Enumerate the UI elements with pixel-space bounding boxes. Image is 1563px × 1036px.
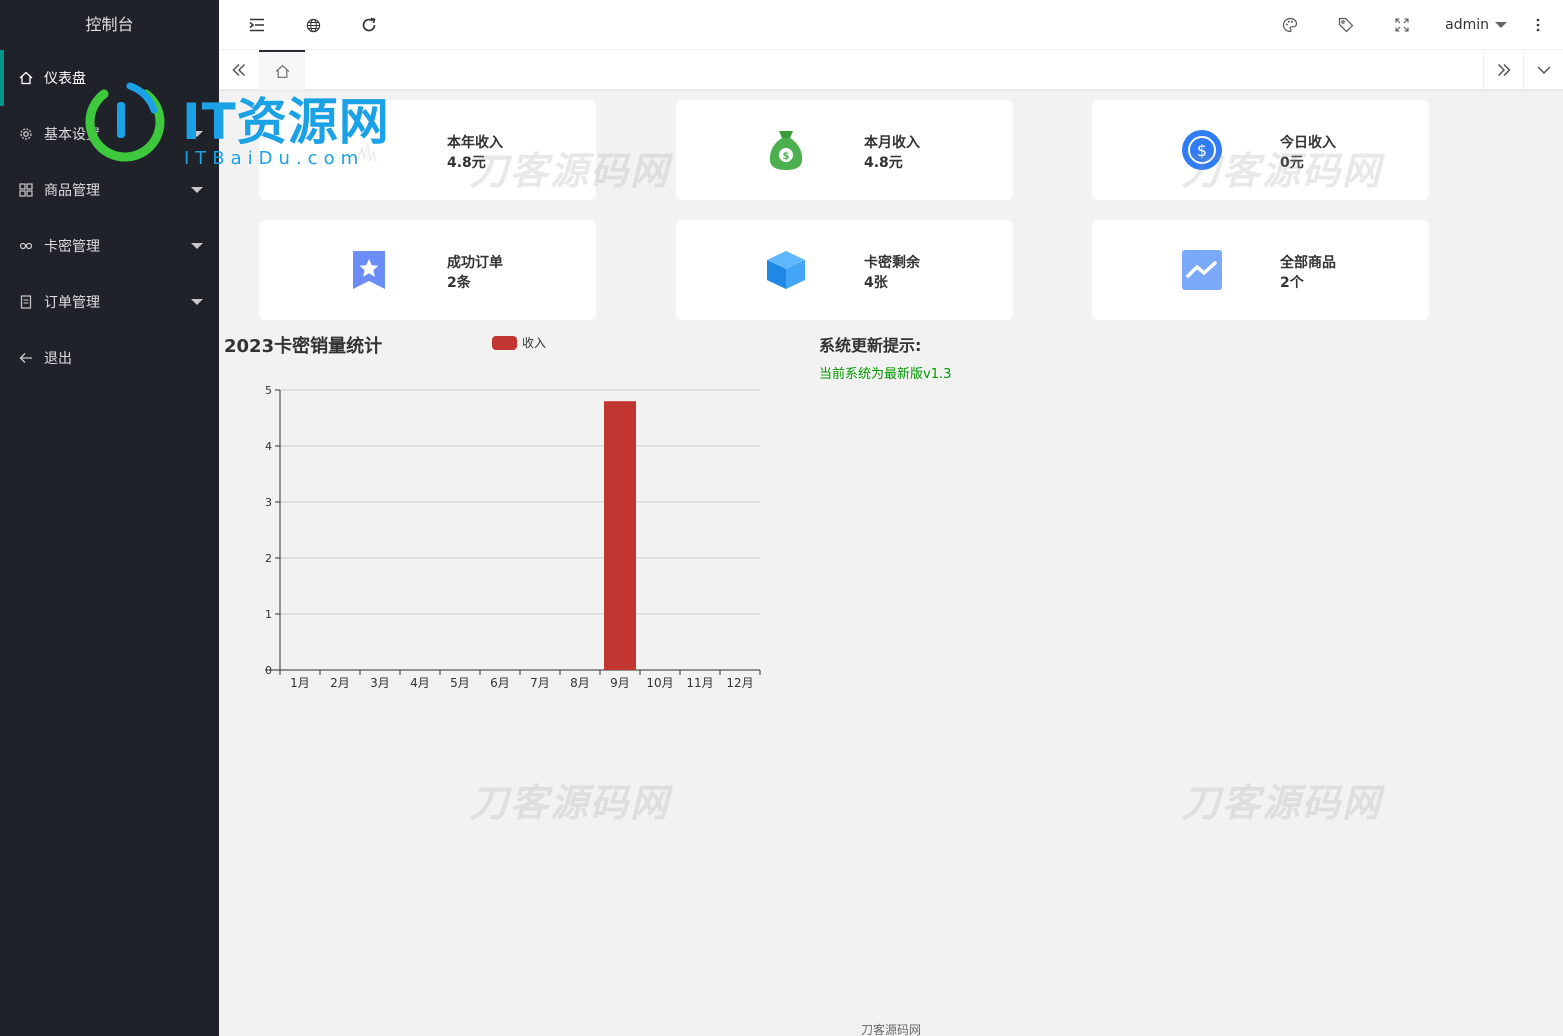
- sidebar-item-cards[interactable]: 卡密管理: [0, 218, 219, 274]
- top-header: admin: [219, 0, 1563, 50]
- star-badge-icon: [347, 248, 391, 292]
- x-tick-label: 10月: [646, 676, 673, 690]
- website-button[interactable]: [288, 0, 338, 50]
- link-icon: [18, 238, 34, 254]
- x-tick-label: 8月: [570, 676, 590, 690]
- stat-card-cards-remaining: 卡密剩余 4张: [676, 220, 1013, 320]
- stat-card-success-orders: 成功订单 2条: [259, 220, 596, 320]
- stat-value: 4张: [864, 275, 888, 291]
- y-tick-label: 3: [265, 496, 272, 509]
- watermark: 刀客源码网: [470, 149, 671, 193]
- watermark: 刀客源码网: [1182, 149, 1383, 193]
- stat-value: 4.8元: [864, 155, 903, 171]
- fullscreen-button[interactable]: [1377, 0, 1427, 50]
- x-tick-label: 9月: [610, 676, 630, 690]
- tag-button[interactable]: [1321, 0, 1371, 50]
- refresh-icon: [362, 17, 376, 32]
- x-tick-label: 4月: [410, 676, 430, 690]
- footer: 刀客源码网: [860, 1023, 921, 1036]
- stat-title: 成功订单: [447, 255, 503, 271]
- legend-label: 收入: [522, 336, 547, 350]
- theme-button[interactable]: [1265, 0, 1315, 50]
- sidebar-item-orders[interactable]: 订单管理: [0, 274, 219, 330]
- menu-fold-icon: [249, 18, 264, 32]
- legend-swatch: [492, 335, 517, 350]
- logo-text: IT资源网: [182, 93, 390, 151]
- watermark: 刀客源码网: [470, 781, 671, 825]
- double-chevron-right-icon: [1497, 63, 1511, 77]
- arrow-left-icon: [18, 350, 34, 366]
- chart-title: 2023卡密销量统计: [224, 336, 383, 357]
- money-bag-icon: $: [764, 128, 808, 172]
- notice-title: 系统更新提示:: [819, 336, 922, 355]
- page-tabs-bar: [219, 50, 1563, 90]
- globe-icon: [306, 18, 320, 32]
- stat-value: 2个: [1280, 275, 1304, 291]
- menu-toggle-button[interactable]: [232, 0, 282, 50]
- logo-subtext: ITBaiDu.com: [184, 148, 365, 169]
- chevron-down-icon: [191, 299, 203, 305]
- x-tick-label: 12月: [726, 676, 753, 690]
- y-tick-label: 2: [265, 552, 272, 565]
- cube-icon: [764, 248, 808, 292]
- tabs-menu-button[interactable]: [1523, 50, 1563, 90]
- x-tick-label: 11月: [686, 676, 713, 690]
- chart-legend[interactable]: 收入: [492, 334, 546, 351]
- stat-value: 2条: [447, 275, 471, 291]
- bar: [604, 401, 636, 670]
- more-vertical-icon: [1536, 18, 1540, 32]
- tabs-scroll-right-button[interactable]: [1483, 50, 1523, 90]
- more-button[interactable]: [1513, 0, 1563, 50]
- chevron-down-icon: [191, 243, 203, 249]
- gear-icon: [18, 126, 34, 142]
- user-menu[interactable]: admin: [1445, 0, 1507, 50]
- stat-title: 全部商品: [1280, 255, 1336, 271]
- y-tick-label: 5: [265, 384, 272, 397]
- fullscreen-icon: [1395, 18, 1409, 32]
- watermark: 刀客源码网: [1182, 781, 1383, 825]
- sidebar-item-label: 退出: [44, 351, 72, 367]
- stat-title: 卡密剩余: [864, 255, 920, 271]
- y-tick-label: 1: [265, 608, 272, 621]
- logo-ring-icon: [85, 82, 165, 162]
- stat-card-all-products: 全部商品 2个: [1092, 220, 1429, 320]
- sidebar-item-label: 商品管理: [44, 183, 100, 199]
- x-tick-label: 1月: [290, 676, 310, 690]
- refresh-button[interactable]: [344, 0, 394, 50]
- palette-icon: [1282, 17, 1298, 33]
- x-tick-label: 7月: [530, 676, 550, 690]
- svg-text:$: $: [783, 151, 790, 162]
- caret-down-icon: [1495, 22, 1507, 28]
- document-icon: [18, 294, 34, 310]
- username: admin: [1445, 17, 1489, 33]
- double-chevron-left-icon: [232, 63, 246, 77]
- trend-icon: [1180, 248, 1224, 292]
- sidebar-title: 控制台: [85, 15, 134, 34]
- chevron-down-icon: [191, 187, 203, 193]
- home-icon: [18, 70, 34, 86]
- stat-card-month-income: $ 本月收入 4.8元: [676, 100, 1013, 200]
- chevron-down-icon: [1536, 66, 1551, 75]
- sidebar-item-label: 卡密管理: [44, 239, 100, 255]
- stat-title: 本月收入: [864, 135, 920, 151]
- y-tick-label: 4: [265, 440, 272, 453]
- x-tick-label: 3月: [370, 676, 390, 690]
- sales-bar-chart: 0123451月2月3月4月5月6月7月8月9月10月11月12月: [265, 384, 761, 690]
- sidebar-item-label: 订单管理: [44, 295, 100, 311]
- x-tick-label: 2月: [330, 676, 350, 690]
- site-logo: IT资源网 ITBaiDu.com: [84, 78, 414, 173]
- sidebar-item-label: 仪表盘: [44, 71, 86, 87]
- sidebar-item-logout[interactable]: 退出: [0, 330, 219, 386]
- x-tick-label: 6月: [490, 676, 510, 690]
- home-icon: [275, 64, 289, 78]
- tag-icon: [1338, 17, 1354, 33]
- x-tick-label: 5月: [450, 676, 470, 690]
- grid-icon: [18, 182, 34, 198]
- notice-text: 当前系统为最新版v1.3: [819, 367, 952, 382]
